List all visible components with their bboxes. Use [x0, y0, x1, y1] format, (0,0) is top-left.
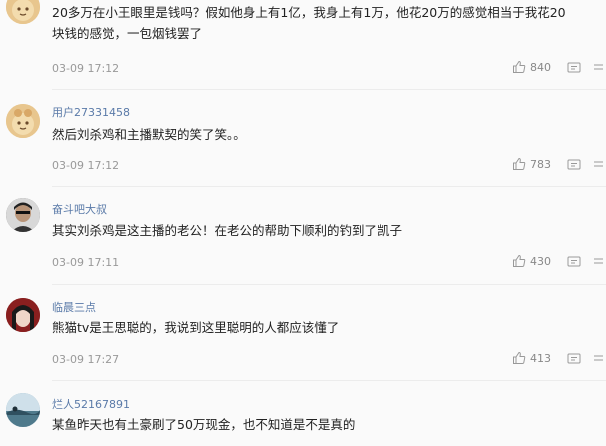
avatar[interactable] — [6, 0, 40, 24]
comment-icon[interactable] — [567, 158, 581, 172]
like-button[interactable]: 783 — [512, 157, 551, 171]
comment-text: 某鱼昨天也有土豪刷了50万现金，也不知道是不是真的 — [52, 417, 356, 432]
avatar[interactable] — [6, 298, 40, 332]
like-count: 783 — [530, 157, 551, 171]
more-icon[interactable] — [593, 61, 603, 75]
thumbs-up-icon — [513, 254, 526, 267]
divider — [52, 380, 606, 381]
comment-text: 然后刘杀鸡和主播默契的笑了笑。。 — [52, 127, 246, 142]
like-button[interactable]: 430 — [512, 254, 551, 268]
username[interactable]: 用户27331458 — [52, 104, 130, 120]
default-avatar-icon — [6, 0, 40, 24]
comment-time: 03-09 17:27 — [52, 353, 120, 366]
more-icon[interactable] — [593, 255, 603, 269]
more-icon[interactable] — [593, 158, 603, 172]
divider — [52, 89, 606, 90]
comment-time: 03-09 17:12 — [52, 62, 120, 75]
user-photo-icon — [6, 198, 40, 232]
like-count: 840 — [530, 60, 551, 74]
like-button[interactable]: 840 — [512, 60, 551, 74]
divider — [52, 284, 606, 285]
divider — [52, 186, 606, 187]
comment-icon[interactable] — [567, 352, 581, 366]
comment-icon[interactable] — [567, 61, 581, 75]
thumbs-up-icon — [513, 351, 526, 364]
username[interactable]: 烂人52167891 — [52, 396, 130, 412]
like-button[interactable]: 413 — [512, 351, 551, 365]
comment-text: 其实刘杀鸡是这主播的老公！在老公的帮助下顺利的钓到了凯子 — [52, 223, 403, 238]
comment-icon[interactable] — [567, 255, 581, 269]
like-count: 413 — [530, 351, 551, 365]
more-icon[interactable] — [593, 352, 603, 366]
landscape-photo-icon — [6, 393, 40, 427]
thumbs-up-icon — [513, 60, 526, 73]
avatar[interactable] — [6, 104, 40, 138]
like-count: 430 — [530, 254, 551, 268]
comment-time: 03-09 17:12 — [52, 159, 120, 172]
default-avatar-icon — [6, 104, 40, 138]
comment-time: 03-09 17:11 — [52, 256, 120, 269]
avatar[interactable] — [6, 198, 40, 232]
comment-text: 20多万在小王眼里是钱吗？假如他身上有1亿，我身上有1万，他花20万的感觉相当于… — [52, 5, 566, 41]
username[interactable]: 临晨三点 — [52, 299, 96, 315]
thumbs-up-icon — [513, 157, 526, 170]
user-photo-icon — [6, 298, 40, 332]
avatar[interactable] — [6, 393, 40, 427]
username[interactable]: 奋斗吧大叔 — [52, 201, 107, 217]
comment-text: 熊猫tv是王思聪的，我说到这里聪明的人都应该懂了 — [52, 320, 340, 335]
